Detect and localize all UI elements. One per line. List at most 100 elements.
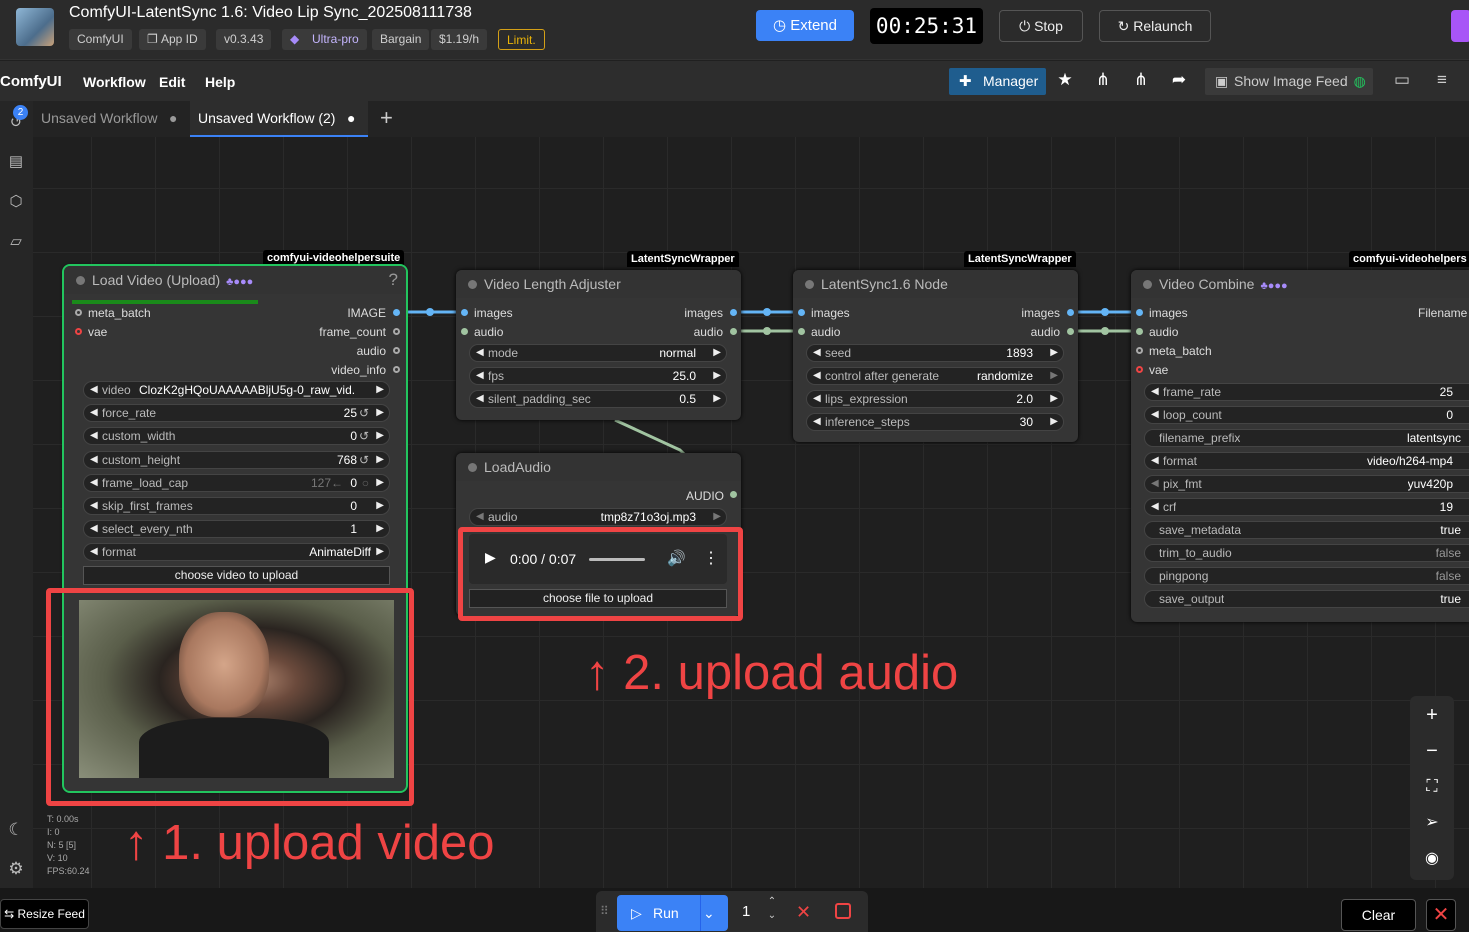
output-pin[interactable] [393, 309, 400, 316]
resize-feed-button[interactable]: ⇆ Resize Feed [0, 899, 89, 929]
widget-trim-to-audio[interactable]: trim_to_audio false [1144, 544, 1469, 562]
arrow-right-icon[interactable]: ▶ [376, 544, 384, 560]
arrow-left-icon[interactable]: ◀ [1151, 384, 1159, 400]
arrow-left-icon[interactable]: ◀ [90, 382, 98, 398]
arrow-left-icon[interactable]: ◀ [1151, 407, 1159, 423]
select-mode-icon[interactable]: ➢ [1416, 808, 1448, 838]
input-pin[interactable] [1136, 328, 1143, 335]
arrow-left-icon[interactable]: ◀ [90, 498, 98, 514]
cancel-run-icon[interactable]: ✕ [796, 902, 811, 923]
arrow-left-icon[interactable]: ◀ [1151, 499, 1159, 515]
collapse-dot-icon[interactable] [468, 463, 477, 472]
input-pin[interactable] [75, 309, 82, 316]
output-pin[interactable] [730, 491, 737, 498]
arrow-left-icon[interactable]: ◀ [90, 428, 98, 444]
arrow-right-icon[interactable]: ▶ [1050, 391, 1058, 407]
arrow-right-icon[interactable]: ▶ [1050, 345, 1058, 361]
node-title-bar[interactable]: LatentSync1.6 Node [793, 270, 1078, 298]
node-latentsync[interactable]: LatentSync1.6 Node images audio images a… [793, 270, 1078, 442]
arrow-left-icon[interactable]: ◀ [476, 345, 484, 361]
widget-custom-width[interactable]: ◀ custom_width 0 ↺ ▶ [83, 427, 390, 445]
node-title-bar[interactable]: Load Video (Upload) ♣●●●? [64, 266, 406, 294]
arrow-right-icon[interactable]: ▶ [376, 475, 384, 491]
input-pin[interactable] [1136, 347, 1143, 354]
widget-seed[interactable]: ◀ seed 1893 ▶ [806, 344, 1064, 362]
output-pin[interactable] [1067, 328, 1074, 335]
widget-pingpong[interactable]: pingpong false [1144, 567, 1469, 585]
widget-save-output[interactable]: save_output true [1144, 590, 1469, 608]
widget-select-every-nth[interactable]: ◀ select_every_nth 1 ▶ [83, 520, 390, 538]
arrow-right-icon[interactable]: ▶ [376, 405, 384, 421]
arrow-left-icon[interactable]: ◀ [90, 405, 98, 421]
reset-icon[interactable]: ↺ [359, 405, 369, 421]
arrow-left-icon[interactable]: ◀ [1151, 476, 1159, 492]
widget-save-metadata[interactable]: save_metadata true [1144, 521, 1469, 539]
reset-icon[interactable]: ↺ [359, 428, 369, 444]
arrow-left-icon[interactable]: ◀ [813, 391, 821, 407]
run-button[interactable]: ▷ Run ⌄ [617, 895, 728, 931]
arrow-right-icon[interactable]: ▶ [713, 509, 721, 525]
arrow-left-icon[interactable]: ◀ [90, 544, 98, 560]
arrow-right-icon[interactable]: ▶ [713, 391, 721, 407]
arrow-left-icon[interactable]: ◀ [813, 368, 821, 384]
fit-view-icon[interactable]: ⛶ [1416, 772, 1448, 802]
arrow-right-icon[interactable]: ▶ [1050, 368, 1058, 384]
arrow-left-icon[interactable]: ◀ [813, 414, 821, 430]
arrow-left-icon[interactable]: ◀ [476, 509, 484, 525]
input-pin[interactable] [798, 328, 805, 335]
arrow-left-icon[interactable]: ◀ [90, 475, 98, 491]
arrow-left-icon[interactable]: ◀ [90, 452, 98, 468]
choose-video-upload-button[interactable]: choose video to upload [83, 566, 390, 585]
input-pin[interactable] [75, 328, 82, 335]
collapse-dot-icon[interactable] [1143, 280, 1152, 289]
node-video-combine[interactable]: Video Combine ♣●●● images audio meta_batc… [1131, 270, 1469, 622]
input-pin[interactable] [461, 309, 468, 316]
widget-format[interactable]: ◀ format AnimateDiff ▶ [83, 543, 390, 561]
widget-loop-count[interactable]: ◀ loop_count 0 [1144, 406, 1469, 424]
drag-handle-icon[interactable]: ⠿ [600, 904, 609, 918]
batch-stepper-icon[interactable]: ⌃ ⌄ [766, 895, 778, 923]
widget-frame-rate[interactable]: ◀ frame_rate 25 [1144, 383, 1469, 401]
widget-frame-load-cap[interactable]: ◀ frame_load_cap 127← 0 ○ ▶ [83, 474, 390, 492]
arrow-left-icon[interactable]: ◀ [476, 368, 484, 384]
input-pin[interactable] [461, 328, 468, 335]
widget-fps[interactable]: ◀ fps 25.0 ▶ [469, 367, 727, 385]
close-feed-icon[interactable]: ✕ [1426, 899, 1456, 931]
widget-format[interactable]: ◀ format video/h264-mp4 [1144, 452, 1469, 470]
widget-audio-file[interactable]: ◀ audio tmp8z71o3oj.mp3 ▶ [469, 508, 727, 526]
widget-silent-padding-sec[interactable]: ◀ silent_padding_sec 0.5 ▶ [469, 390, 727, 408]
widget-mode[interactable]: ◀ mode normal ▶ [469, 344, 727, 362]
node-title-bar[interactable]: Video Length Adjuster [456, 270, 741, 298]
widget-control-after-generate[interactable]: ◀ control after generate randomize ▶ [806, 367, 1064, 385]
node-video-length-adjuster[interactable]: Video Length Adjuster images audio image… [456, 270, 741, 420]
arrow-right-icon[interactable]: ▶ [713, 368, 721, 384]
arrow-right-icon[interactable]: ▶ [376, 498, 384, 514]
arrow-left-icon[interactable]: ◀ [476, 391, 484, 407]
widget-lips-expression[interactable]: ◀ lips_expression 2.0 ▶ [806, 390, 1064, 408]
collapse-dot-icon[interactable] [468, 280, 477, 289]
arrow-right-icon[interactable]: ▶ [376, 382, 384, 398]
arrow-left-icon[interactable]: ◀ [90, 521, 98, 537]
arrow-right-icon[interactable]: ▶ [376, 428, 384, 444]
input-pin[interactable] [1136, 366, 1143, 373]
output-pin[interactable] [730, 309, 737, 316]
collapse-dot-icon[interactable] [805, 280, 814, 289]
arrow-right-icon[interactable]: ▶ [1050, 414, 1058, 430]
stop-square-icon[interactable] [835, 903, 851, 919]
widget-filename-prefix[interactable]: filename_prefix latentsync [1144, 429, 1469, 447]
reset-icon[interactable]: ○ [362, 475, 369, 491]
help-icon[interactable]: ? [389, 266, 398, 294]
arrow-right-icon[interactable]: ▶ [713, 345, 721, 361]
zoom-in-icon[interactable]: + [1416, 700, 1448, 730]
arrow-left-icon[interactable]: ◀ [813, 345, 821, 361]
widget-skip-first-frames[interactable]: ◀ skip_first_frames 0 ▶ [83, 497, 390, 515]
arrow-right-icon[interactable]: ▶ [376, 521, 384, 537]
arrow-left-icon[interactable]: ◀ [1151, 453, 1159, 469]
widget-inference-steps[interactable]: ◀ inference_steps 30 ▶ [806, 413, 1064, 431]
widget-video[interactable]: ◀ video ClozK2gHQoUAAAAABljU5g-0_raw_vid..… [83, 381, 390, 399]
output-pin[interactable] [393, 328, 400, 335]
widget-crf[interactable]: ◀ crf 19 [1144, 498, 1469, 516]
widget-force-rate[interactable]: ◀ force_rate 25 ↺ ▶ [83, 404, 390, 422]
output-pin[interactable] [393, 347, 400, 354]
batch-count-input[interactable]: 1 [742, 903, 750, 920]
